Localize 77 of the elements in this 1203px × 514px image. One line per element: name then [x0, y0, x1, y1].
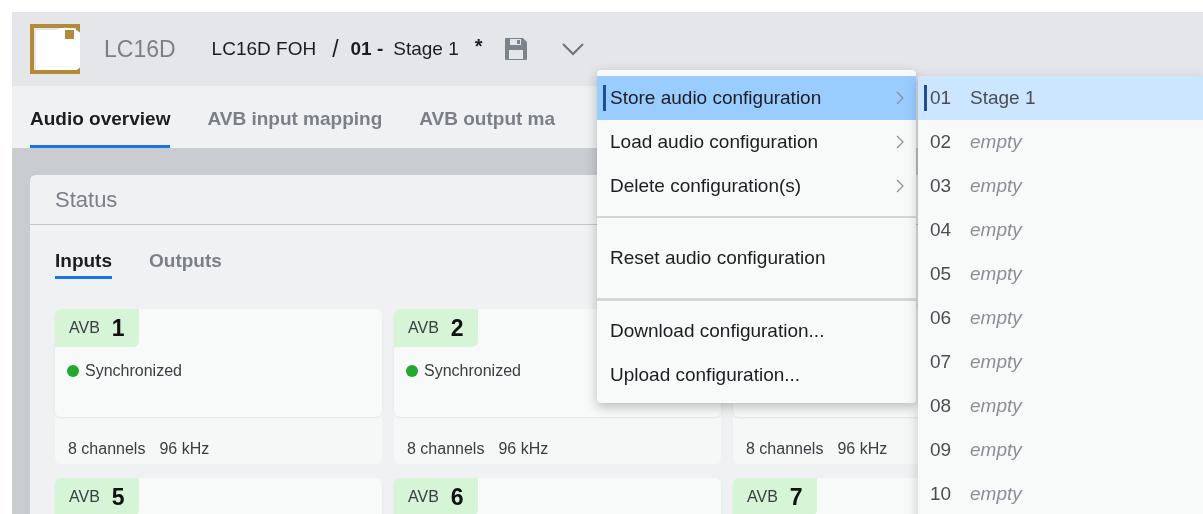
slot-item[interactable]: 02 empty [918, 120, 1203, 164]
slot-item[interactable]: 01 Stage 1 [918, 76, 1203, 120]
slot-number: 05 [930, 261, 953, 286]
channel-count: 8 channels [68, 439, 146, 459]
stream-number: 2 [450, 313, 464, 343]
device-name: LC16D FOH [211, 36, 317, 61]
slot-name: empty [970, 129, 1022, 154]
status-text: Synchronized [424, 361, 521, 381]
menu-item[interactable]: Download configuration... [597, 309, 916, 353]
menu-item-label: Reset audio configuration [610, 245, 827, 270]
slot-number: 07 [930, 349, 953, 374]
stream-label: AVB [69, 318, 100, 338]
slot-number: 06 [930, 305, 953, 330]
menu-item[interactable]: Reset audio configuration [597, 236, 916, 280]
sample-rate: 96 kHz [837, 439, 888, 459]
tab[interactable]: AVB output ma [419, 104, 556, 148]
slot-item[interactable]: 08 empty [918, 384, 1203, 428]
slot-item[interactable]: 05 empty [918, 252, 1203, 296]
config-number: 01 - [350, 36, 384, 61]
slot-number: 03 [930, 173, 953, 198]
slot-name: empty [970, 305, 1022, 330]
menu-item[interactable]: Load audio configuration [597, 120, 916, 164]
chevron-right-icon [896, 179, 904, 193]
stream-label: AVB [408, 318, 439, 338]
chevron-right-icon [896, 135, 904, 149]
slot-name: empty [970, 173, 1022, 198]
slot-number: 02 [930, 129, 953, 154]
menu-item-label: Delete configuration(s) [610, 173, 803, 198]
slot-name: empty [970, 481, 1022, 506]
slot-item[interactable]: 03 empty [918, 164, 1203, 208]
channel-count: 8 channels [746, 439, 824, 459]
sample-rate: 96 kHz [159, 439, 210, 459]
slot-name: empty [970, 217, 1022, 242]
channel-count: 8 channels [407, 439, 485, 459]
menu-item[interactable]: Upload configuration... [597, 353, 916, 397]
menu-item-label: Download configuration... [610, 318, 826, 343]
status-text: Synchronized [85, 361, 182, 381]
subtab[interactable]: Inputs [55, 247, 112, 279]
slot-name: empty [970, 393, 1022, 418]
save-icon[interactable] [502, 36, 529, 62]
stream-number: 7 [789, 482, 803, 512]
stream-number: 6 [450, 482, 464, 512]
config-name: Stage 1 [393, 36, 459, 61]
slot-name: empty [970, 261, 1022, 286]
menu-item[interactable]: Delete configuration(s) [597, 164, 916, 208]
tab[interactable]: AVB input mapping [207, 104, 383, 148]
separator: / [332, 34, 339, 64]
logo-icon [30, 24, 80, 74]
stream-label: AVB [408, 487, 439, 507]
menu-item-label: Store audio configuration [610, 85, 823, 110]
slot-number: 01 [930, 85, 953, 110]
slot-item[interactable]: 09 empty [918, 428, 1203, 472]
chevron-down-icon[interactable] [560, 42, 585, 56]
chevron-right-icon [896, 91, 904, 105]
slot-number: 08 [930, 393, 953, 418]
slot-item[interactable]: 04 empty [918, 208, 1203, 252]
menu-item-label: Upload configuration... [610, 362, 802, 387]
menu-item[interactable]: Store audio configuration [597, 76, 916, 120]
slot-item[interactable]: 06 empty [918, 296, 1203, 340]
panel-title: Status [55, 186, 118, 214]
slot-number: 09 [930, 437, 953, 462]
stream-label: AVB [69, 487, 100, 507]
modified-mark: * [474, 34, 483, 59]
stream-number: 5 [111, 482, 125, 512]
slot-name: empty [970, 437, 1022, 462]
device-model: LC16D [104, 34, 176, 64]
stream-number: 1 [111, 313, 125, 343]
slot-name: empty [970, 349, 1022, 374]
slot-item[interactable]: 10 empty [918, 472, 1203, 514]
sample-rate: 96 kHz [498, 439, 549, 459]
slot-number: 10 [930, 481, 953, 506]
stream-label: AVB [747, 487, 778, 507]
slot-name: Stage 1 [970, 85, 1036, 110]
slot-item[interactable]: 07 empty [918, 340, 1203, 384]
slot-number: 04 [930, 217, 953, 242]
subtab[interactable]: Outputs [149, 247, 222, 279]
menu-item-label: Load audio configuration [610, 129, 820, 154]
